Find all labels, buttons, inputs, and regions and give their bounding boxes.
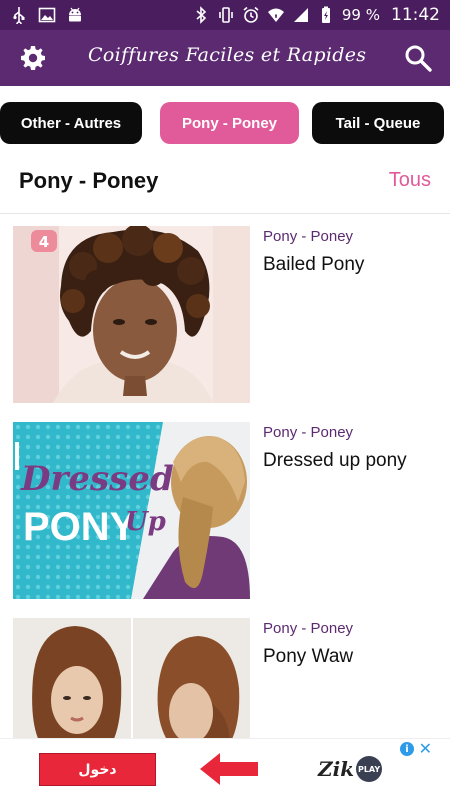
hairstyle-list: 4 Pony - Poney Bailed Pony Dressed PONY … <box>0 214 450 738</box>
logo-badge: PLAY <box>356 756 383 782</box>
zikplay-logo[interactable]: Zik PLAY <box>318 753 383 785</box>
list-item[interactable]: Pony - Poney Pony Waw <box>0 606 450 738</box>
item-category: Pony - Poney <box>263 620 354 637</box>
gear-icon[interactable] <box>20 45 46 71</box>
alarm-icon <box>243 6 259 23</box>
item-category: Pony - Poney <box>263 424 354 441</box>
battery-charging-icon <box>321 6 330 23</box>
item-title[interactable]: Bailed Pony <box>263 254 364 276</box>
list-item[interactable]: Dressed PONY Up Pony - Poney Dressed up … <box>0 410 450 606</box>
wifi-icon <box>267 8 284 22</box>
app-title: Coiffures Faciles et Rapides <box>88 44 367 66</box>
battery-percentage: 99 % <box>341 6 380 24</box>
pony-word: PONY <box>23 505 137 549</box>
chip-other[interactable]: Other - Autres <box>0 102 142 144</box>
curly-hair-photo: 4 <box>13 226 250 403</box>
ad-close-icon[interactable]: ✕ <box>419 739 432 758</box>
arrow-left-icon <box>200 753 258 785</box>
clock: 11:42 <box>391 5 440 25</box>
bluetooth-icon <box>196 6 207 24</box>
ad-banner[interactable]: دخول Zik PLAY i ✕ <box>0 738 450 800</box>
chip-tail[interactable]: Tail - Queue <box>312 102 444 144</box>
item-category: Pony - Poney <box>263 228 354 245</box>
ad-info-icon[interactable]: i <box>400 742 414 756</box>
item-title[interactable]: Pony Waw <box>263 646 353 668</box>
section-header: Pony - Poney Tous <box>0 160 450 214</box>
category-chips: Other - Autres Pony - Poney Tail - Queue <box>0 86 450 160</box>
step-number-badge: 4 <box>39 233 49 251</box>
section-title: Pony - Poney <box>19 168 159 193</box>
usb-icon <box>13 7 25 24</box>
bailed-pony-thumbnail: 4 <box>13 226 250 403</box>
signal-icon <box>293 8 308 22</box>
up-word: Up <box>125 507 166 537</box>
search-icon[interactable] <box>404 44 432 72</box>
logo-text: Zik <box>318 757 355 781</box>
dressed-word: Dressed <box>20 459 174 499</box>
android-icon <box>69 7 81 22</box>
dressed-up-pony-photo: Dressed PONY Up <box>13 422 250 599</box>
mannequin-hair-photo <box>13 618 250 738</box>
item-title[interactable]: Dressed up pony <box>263 450 407 472</box>
list-item[interactable]: 4 Pony - Poney Bailed Pony <box>0 214 450 410</box>
see-all-link[interactable]: Tous <box>389 169 431 192</box>
image-icon <box>38 7 56 23</box>
dressed-up-pony-thumbnail: Dressed PONY Up <box>13 422 250 599</box>
ad-enter-button[interactable]: دخول <box>39 753 156 786</box>
app-bar: Coiffures Faciles et Rapides <box>0 30 450 86</box>
status-bar: 99 % 11:42 <box>0 0 450 30</box>
vibrate-icon <box>219 7 233 23</box>
chip-pony[interactable]: Pony - Poney <box>160 102 299 144</box>
pony-waw-thumbnail <box>13 618 250 738</box>
